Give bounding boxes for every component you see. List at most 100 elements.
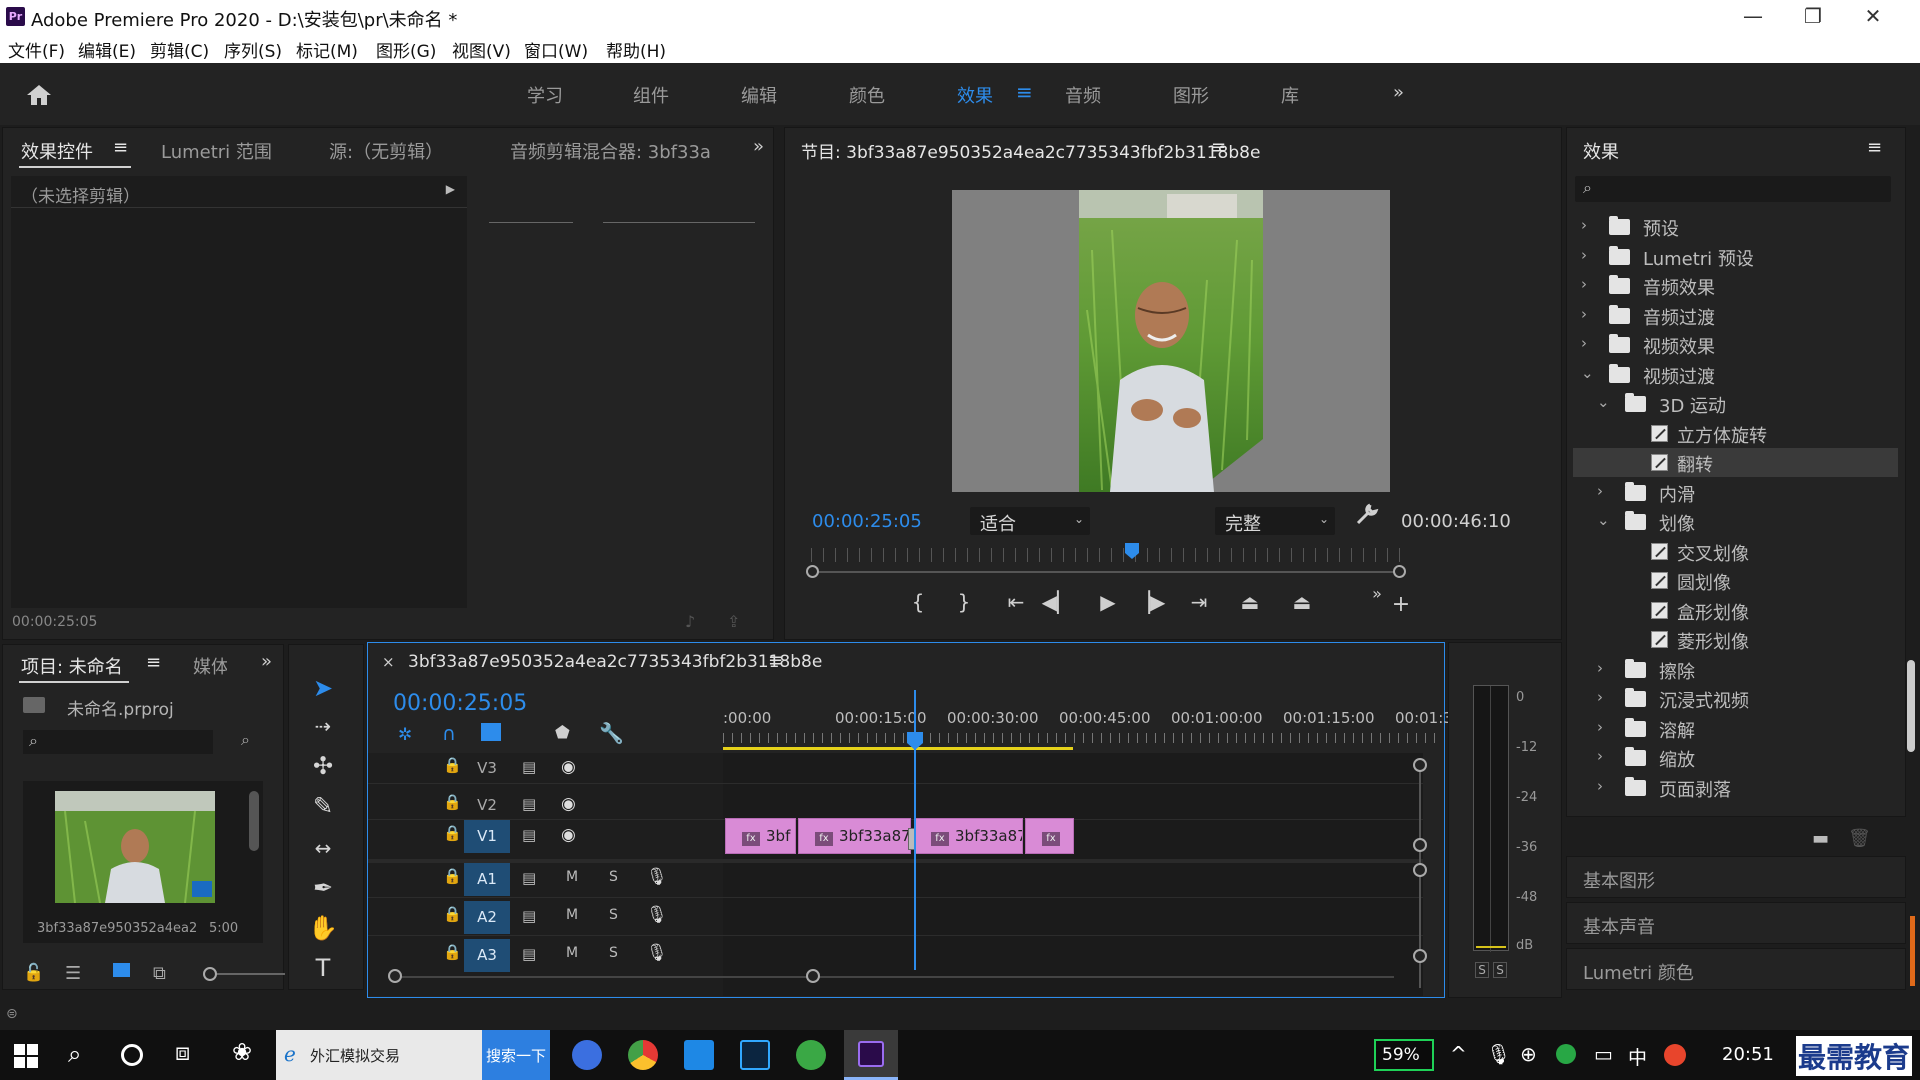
effect-folder[interactable]: › 擦除 [1573, 655, 1898, 684]
app-green-icon[interactable] [796, 1040, 826, 1070]
work-area-bar[interactable] [723, 747, 1073, 750]
search-icon[interactable]: ⌕ [68, 1040, 81, 1068]
effect-folder[interactable]: ⌄ 3D 运动 [1573, 389, 1898, 418]
microphone-icon[interactable]: 🎙 [646, 943, 668, 963]
chevron-right-icon[interactable]: › [1581, 334, 1587, 352]
menu-sequence[interactable]: 序列(S) [224, 37, 282, 62]
menu-marker[interactable]: 标记(M) [296, 37, 358, 62]
chrome-icon[interactable] [628, 1040, 658, 1070]
chevron-up-icon[interactable]: ^ [1450, 1042, 1467, 1066]
workspace-effects[interactable]: 效果 [957, 82, 993, 108]
extract-icon[interactable]: ⏏ [1284, 590, 1320, 614]
battery-icon[interactable]: ▭ [1594, 1042, 1613, 1066]
track-target[interactable]: A3 [464, 939, 510, 972]
mail-icon[interactable] [684, 1040, 714, 1070]
tab-project[interactable]: 项目: 未命名 [21, 653, 123, 679]
mute-button[interactable]: M [566, 869, 578, 885]
minimize-button[interactable]: — [1730, 4, 1776, 28]
zoom-slider-handle[interactable] [203, 967, 217, 981]
panel-more-button[interactable]: » [753, 136, 764, 157]
step-forward-icon[interactable]: ▕▶ [1132, 590, 1168, 614]
tab-lumetri-scopes[interactable]: Lumetri 范围 [161, 138, 272, 164]
tray-app-icon[interactable] [1556, 1044, 1576, 1064]
play-icon[interactable]: ▶ [1090, 590, 1126, 614]
microphone-icon[interactable]: 🎙 [646, 867, 668, 887]
effect-item[interactable]: 盒形划像 [1573, 596, 1898, 625]
chevron-right-icon[interactable]: › [1597, 659, 1603, 677]
project-menu-icon[interactable]: ≡ [146, 652, 161, 673]
tab-audio-clip-mixer[interactable]: 音频剪辑混合器: 3bf33a [510, 138, 722, 164]
track-target[interactable]: V1 [464, 820, 510, 853]
chevron-right-icon[interactable]: › [1581, 216, 1587, 234]
cortana-icon[interactable] [121, 1044, 143, 1066]
microphone-icon[interactable]: 🎙 [646, 905, 668, 925]
chevron-right-icon[interactable]: › [1597, 747, 1603, 765]
sync-lock-icon[interactable]: ▤ [522, 869, 536, 887]
marker-icon[interactable]: ⬟ [555, 723, 570, 743]
hand-tool-icon[interactable]: ✋ [305, 910, 341, 946]
program-playhead[interactable] [1124, 543, 1139, 559]
mark-out-button[interactable]: } [946, 590, 982, 614]
menu-window[interactable]: 窗口(W) [524, 37, 588, 62]
audio-solo-icon[interactable]: ♪ [685, 612, 695, 631]
scroll-handle[interactable] [1413, 949, 1427, 963]
chevron-right-icon[interactable]: › [1597, 777, 1603, 795]
essential-graphics-section[interactable]: 基本图形 [1566, 856, 1906, 898]
track-target[interactable]: A2 [464, 901, 510, 934]
new-bin-icon[interactable]: ▬ [1812, 828, 1829, 849]
expand-arrow-icon[interactable]: ▶ [446, 182, 455, 196]
effects-search-input[interactable]: ⌕ [1575, 176, 1891, 202]
premiere-taskbar-button[interactable] [844, 1030, 898, 1080]
ime-indicator[interactable]: 中 [1628, 1043, 1647, 1070]
effect-folder[interactable]: › 溶解 [1573, 714, 1898, 743]
effects-scrollbar[interactable] [1907, 660, 1915, 752]
program-current-timecode[interactable]: 00:00:25:05 [812, 511, 922, 532]
delete-icon[interactable]: 🗑 [1848, 828, 1871, 849]
scrollbar-handle-left[interactable] [806, 565, 819, 578]
lark-icon[interactable] [572, 1040, 602, 1070]
track-target[interactable]: V2 [464, 789, 510, 822]
effect-folder[interactable]: › 音频过渡 [1573, 301, 1898, 330]
sogou-icon[interactable] [1664, 1044, 1686, 1066]
workspace-graphics[interactable]: 图形 [1173, 82, 1209, 108]
scroll-handle[interactable] [806, 969, 820, 983]
solo-button[interactable]: S [609, 945, 618, 961]
track-lock-icon[interactable]: 🔒 [443, 905, 462, 923]
lock-icon[interactable]: 🔓 [23, 963, 44, 983]
mark-in-button[interactable]: { [900, 590, 936, 614]
workspace-audio[interactable]: 音频 [1065, 82, 1101, 108]
close-button[interactable]: ✕ [1850, 4, 1896, 28]
essential-sound-section[interactable]: 基本声音 [1566, 902, 1906, 944]
chevron-right-icon[interactable]: › [1597, 718, 1603, 736]
sync-lock-icon[interactable]: ▤ [522, 945, 536, 963]
effect-folder[interactable]: › 内滑 [1573, 478, 1898, 507]
wrench-icon[interactable] [1355, 502, 1379, 526]
workspace-assembly[interactable]: 组件 [633, 82, 669, 108]
quality-dropdown[interactable]: 完整 ⌄ [1215, 507, 1335, 535]
battery-indicator[interactable]: 59% [1374, 1039, 1434, 1071]
workspace-menu-icon[interactable]: ≡ [1016, 80, 1033, 104]
chevron-right-icon[interactable]: › [1581, 275, 1587, 293]
slip-tool-icon[interactable]: ↔ [305, 830, 341, 866]
track-lock-icon[interactable]: 🔒 [443, 824, 462, 842]
effect-folder[interactable]: › 视频效果 [1573, 330, 1898, 359]
add-button[interactable]: + [1383, 592, 1419, 617]
snap-icon[interactable]: ✲ [398, 725, 412, 745]
track-target[interactable]: A1 [464, 863, 510, 896]
menu-edit[interactable]: 编辑(E) [78, 37, 136, 62]
workspace-libraries[interactable]: 库 [1281, 82, 1299, 108]
home-icon[interactable] [26, 83, 52, 107]
track-lock-icon[interactable]: 🔒 [443, 756, 462, 774]
panel-more-button[interactable]: » [261, 651, 272, 672]
microphone-icon[interactable]: 🎙 [1486, 1042, 1511, 1066]
type-tool-icon[interactable]: T [305, 950, 341, 986]
scrollbar-handle-right[interactable] [1393, 565, 1406, 578]
add-marker-sequence-icon[interactable] [481, 723, 501, 741]
effect-item[interactable]: 翻转 [1573, 448, 1898, 477]
eye-icon[interactable]: ◉ [561, 825, 576, 845]
effect-folder[interactable]: › 音频效果 [1573, 271, 1898, 300]
menu-clip[interactable]: 剪辑(C) [150, 37, 209, 62]
effect-item[interactable]: 交叉划像 [1573, 537, 1898, 566]
clip-thumbnail[interactable] [55, 791, 215, 903]
track-lock-icon[interactable]: 🔒 [443, 793, 462, 811]
